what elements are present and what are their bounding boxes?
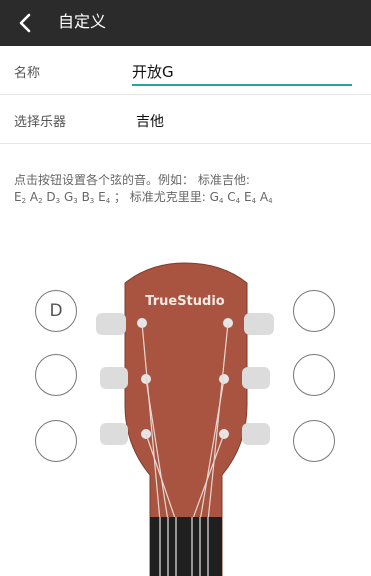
- top-bar: 自定义: [0, 0, 371, 46]
- note-standard-3: D3: [46, 190, 61, 205]
- chevron-left-icon: [19, 13, 31, 33]
- help-text: 点击按钮设置各个弦的音。例如： 标准吉他: E2 A2 D3 G3 B3 E4 …: [14, 172, 364, 210]
- instrument-select[interactable]: 吉他: [136, 111, 164, 131]
- help-line-1: 点击按钮设置各个弦的音。例如： 标准吉他:: [14, 173, 250, 187]
- brand-logo: TrueStudio: [145, 294, 225, 309]
- note-standard-4: G3: [63, 190, 78, 205]
- tuning-peg: [100, 367, 128, 389]
- tuning-peg: [242, 423, 270, 445]
- help-line-2: E2 A2 D3 G3 B3 E4 ； 标准尤克里里: G4 C4 E4 A4: [14, 190, 273, 205]
- tuning-peg: [242, 367, 270, 389]
- name-label: 名称: [14, 66, 41, 81]
- note-uke-1: G4: [209, 190, 224, 205]
- note-uke-3: E4: [243, 190, 257, 205]
- instrument-row[interactable]: 选择乐器 吉他: [0, 95, 371, 144]
- uke-label: 标准尤克里里:: [129, 190, 206, 204]
- note-standard-1: E2: [14, 190, 27, 205]
- note-standard-2: A2: [29, 190, 43, 205]
- string-button-left-3[interactable]: [35, 420, 77, 462]
- note-standard-5: B3: [81, 190, 95, 205]
- guitar-nut: [150, 517, 222, 576]
- string-button-right-3[interactable]: [293, 420, 335, 462]
- back-button[interactable]: [10, 8, 40, 38]
- instrument-label: 选择乐器: [14, 115, 67, 130]
- tuning-peg: [96, 313, 126, 335]
- string-button-right-2[interactable]: [293, 354, 335, 396]
- string-button-right-1[interactable]: [293, 290, 335, 332]
- name-input[interactable]: [132, 58, 352, 86]
- string-button-left-2[interactable]: [35, 354, 77, 396]
- tuning-peg: [100, 423, 128, 445]
- note-uke-4: A4: [259, 190, 273, 205]
- string-button-left-1[interactable]: D: [35, 290, 77, 332]
- tuning-peg: [244, 313, 274, 335]
- page-title: 自定义: [58, 12, 107, 31]
- note-standard-6: E4: [98, 190, 111, 205]
- name-row: 名称: [0, 46, 371, 95]
- note-uke-2: C4: [227, 190, 241, 205]
